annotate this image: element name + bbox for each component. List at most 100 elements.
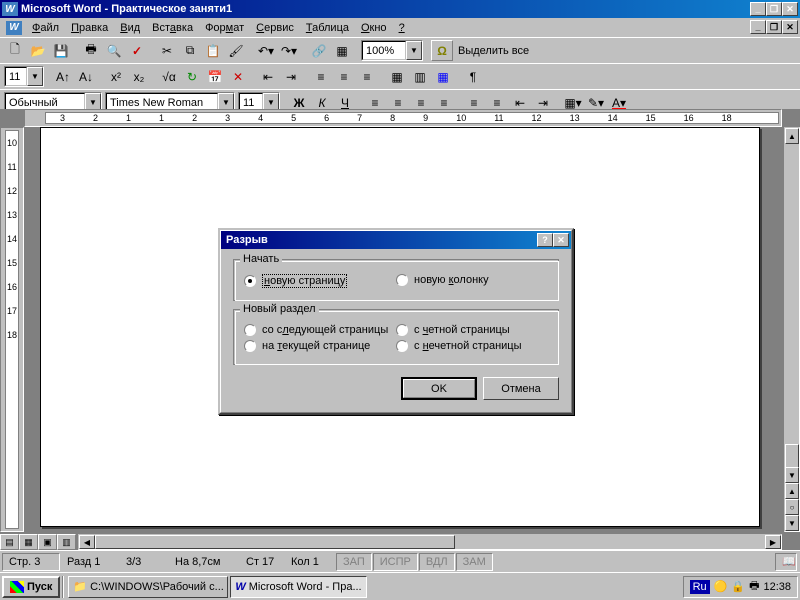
indent-dec-icon[interactable]: ⇤ <box>257 66 279 87</box>
pagelayout-view-icon[interactable]: ▣ <box>38 534 57 550</box>
pilcrow-icon[interactable]: ¶ <box>462 66 484 87</box>
redo-icon[interactable]: ↷▾ <box>278 40 300 61</box>
radio-even-page[interactable]: с четной страницы <box>396 322 548 338</box>
close2-icon[interactable]: ✕ <box>227 66 249 87</box>
status-col: Кол 1 <box>285 553 335 571</box>
vertical-ruler[interactable]: 101112131415161718 <box>0 127 24 532</box>
format-painter-icon[interactable]: 🖌 <box>225 40 247 61</box>
menu-format[interactable]: Формат <box>199 20 250 36</box>
tray-printer-icon[interactable]: 🖶 <box>749 577 759 596</box>
close-button[interactable]: ✕ <box>782 2 798 16</box>
tables-borders-icon[interactable]: ▦ <box>331 40 353 61</box>
menu-tools[interactable]: Сервис <box>250 20 300 36</box>
radio-current-page[interactable]: на текущей странице <box>244 338 396 354</box>
lang-indicator[interactable]: Ru <box>690 580 710 594</box>
doc-close-button[interactable]: ✕ <box>782 20 798 34</box>
status-book-icon[interactable]: 📖 <box>775 553 797 571</box>
dialog-close-button[interactable]: ✕ <box>553 233 569 247</box>
chevron-down-icon[interactable]: ▼ <box>27 67 43 86</box>
save-icon[interactable]: 💾 <box>50 40 72 61</box>
status-rec[interactable]: ЗАП <box>336 553 372 571</box>
spellcheck-icon[interactable]: ✓ <box>126 40 148 61</box>
radio-new-column[interactable]: новую колонку <box>396 272 548 288</box>
superscript-icon[interactable]: x² <box>105 66 127 87</box>
table-icon[interactable]: ▦ <box>386 66 408 87</box>
menu-view[interactable]: Вид <box>114 20 146 36</box>
menu-table[interactable]: Таблица <box>300 20 355 36</box>
scroll-left-icon[interactable]: ◀ <box>79 535 95 549</box>
ok-button[interactable]: OK <box>401 377 477 400</box>
undo-icon[interactable]: ↶▾ <box>255 40 277 61</box>
status-ext[interactable]: ВДЛ <box>419 553 455 571</box>
list-bullet-icon[interactable]: ≡ <box>310 66 332 87</box>
calendar-icon[interactable]: 📅 <box>204 66 226 87</box>
tray-time[interactable]: 12:38 <box>763 581 791 593</box>
open-icon[interactable]: 📂 <box>27 40 49 61</box>
windows-logo-icon <box>10 581 24 593</box>
dialog-titlebar[interactable]: Разрыв ? ✕ <box>221 231 571 249</box>
menu-help[interactable]: ? <box>393 20 411 36</box>
start-button[interactable]: Пуск <box>2 576 60 598</box>
horizontal-scrollbar[interactable]: ◀ ▶ <box>78 534 782 550</box>
radio-new-page[interactable]: новую страницу <box>244 272 396 290</box>
menu-edit[interactable]: Правка <box>65 20 114 36</box>
taskbar-word[interactable]: WMicrosoft Word - Пра... <box>230 576 366 598</box>
status-trk[interactable]: ИСПР <box>373 553 418 571</box>
status-ovr[interactable]: ЗАМ <box>456 553 493 571</box>
menu-file[interactable]: Файл <box>26 20 65 36</box>
horizontal-ruler[interactable]: 3211234567891011121314151618 <box>24 109 782 127</box>
new-icon[interactable]: 🗋 <box>4 40 26 61</box>
next-page-icon[interactable]: ▼ <box>785 515 799 531</box>
scroll-thumb-h[interactable] <box>95 535 455 549</box>
taskbar-explorer[interactable]: 📁C:\WINDOWS\Рабочий с... <box>68 576 228 598</box>
doc-icon[interactable]: W <box>6 21 22 35</box>
list-num-icon[interactable]: ≡ <box>333 66 355 87</box>
maximize-button[interactable]: ❐ <box>766 2 782 16</box>
subscript-icon[interactable]: x₂ <box>128 66 150 87</box>
status-at: На 8,7см <box>169 553 239 571</box>
select-all-label[interactable]: Выделить все <box>454 45 533 57</box>
tray-lock-icon[interactable]: 🔒 <box>731 580 745 593</box>
list-multi-icon[interactable]: ≡ <box>356 66 378 87</box>
browse-object-icon[interactable]: ○ <box>785 499 799 515</box>
menu-window[interactable]: Окно <box>355 20 393 36</box>
toolbar-extra: 11▼ A↑ A↓ x² x₂ √α ↻ 📅 ✕ ⇤ ⇥ ≡ ≡ ≡ ▦ ▥ ▦… <box>0 63 800 89</box>
help-button[interactable]: ? <box>537 233 553 247</box>
scroll-down-icon[interactable]: ▼ <box>785 467 799 483</box>
tray-icon[interactable]: 🟡 <box>714 580 728 593</box>
normal-view-icon[interactable]: ▤ <box>0 534 19 550</box>
sqrt-icon[interactable]: √α <box>158 66 180 87</box>
chevron-down-icon[interactable]: ▼ <box>406 41 422 60</box>
radio-next-page[interactable]: со следующей страницы <box>244 322 396 338</box>
print-icon[interactable]: 🖶 <box>80 40 102 61</box>
refresh-icon[interactable]: ↻ <box>181 66 203 87</box>
cancel-button[interactable]: Отмена <box>483 377 559 400</box>
paste-icon[interactable]: 📋 <box>202 40 224 61</box>
columns-icon[interactable]: ▥ <box>409 66 431 87</box>
doc-minimize-button[interactable]: _ <box>750 20 766 34</box>
copy-icon[interactable]: ⧉ <box>179 40 201 61</box>
scroll-right-icon[interactable]: ▶ <box>765 535 781 549</box>
omega-icon[interactable]: Ω <box>431 40 453 61</box>
menu-insert[interactable]: Вставка <box>146 20 199 36</box>
cut-icon[interactable]: ✂ <box>156 40 178 61</box>
doc-restore-button[interactable]: ❐ <box>766 20 782 34</box>
font-shrink-icon[interactable]: A↓ <box>75 66 97 87</box>
indent-inc-icon[interactable]: ⇥ <box>280 66 302 87</box>
scroll-up-icon[interactable]: ▲ <box>785 128 799 144</box>
hyperlink-icon[interactable]: 🔗 <box>308 40 330 61</box>
preview-icon[interactable]: 🔍 <box>103 40 125 61</box>
fontsize2-combo[interactable]: 11▼ <box>4 66 44 87</box>
outline-view-icon[interactable]: ▥ <box>57 534 76 550</box>
word-icon: W <box>2 2 18 16</box>
weblayout-view-icon[interactable]: ▦ <box>19 534 38 550</box>
prev-page-icon[interactable]: ▲ <box>785 483 799 499</box>
minimize-button[interactable]: _ <box>750 2 766 16</box>
font-grow-icon[interactable]: A↑ <box>52 66 74 87</box>
radio-odd-page[interactable]: с нечетной страницы <box>396 338 548 354</box>
app-title: Microsoft Word - Практическое заняти1 <box>21 3 750 15</box>
zoom-combo[interactable]: 100% ▼ <box>361 40 423 61</box>
drawing-icon[interactable]: ▦ <box>432 66 454 87</box>
vertical-scrollbar[interactable]: ▲ ▼ ▲ ○ ▼ <box>784 127 800 532</box>
new-section-group: Новый раздел со следующей страницы на те… <box>233 309 559 365</box>
